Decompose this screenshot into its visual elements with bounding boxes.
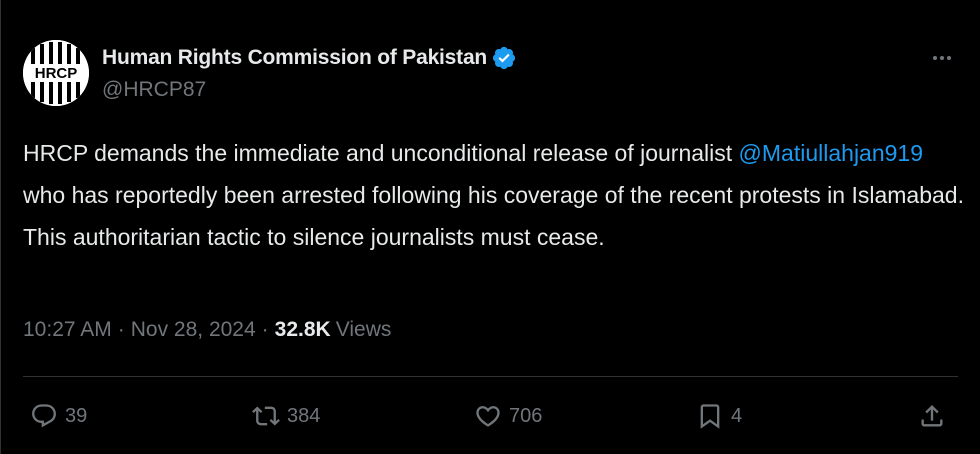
reply-icon: [27, 399, 61, 433]
tweet-time[interactable]: 10:27 AM: [23, 318, 112, 342]
meta-separator: ·: [117, 318, 125, 341]
tweet-meta: 10:27 AM · Nov 28, 2024 · 32.8K Views: [23, 318, 391, 342]
action-bar: 39 384 706 4: [23, 394, 958, 438]
hrcp-logo: HRCP: [23, 40, 89, 106]
share-button[interactable]: [915, 394, 949, 438]
repost-button[interactable]: 384: [249, 394, 320, 438]
tweet-date[interactable]: Nov 28, 2024: [131, 318, 256, 342]
tweet-card: HRCP Human Rights Commission of Pakistan…: [0, 0, 980, 454]
tweet-text-part1: HRCP demands the immediate and unconditi…: [23, 140, 739, 166]
tweet-text: HRCP demands the immediate and unconditi…: [23, 132, 968, 258]
tweet-header: HRCP Human Rights Commission of Pakistan…: [23, 40, 963, 110]
repost-count: 384: [287, 404, 321, 427]
bookmark-button[interactable]: 4: [693, 394, 742, 438]
tweet-text-part2: who has reportedly been arrested followi…: [23, 182, 964, 250]
mention-link[interactable]: @Matiullahjan919: [739, 140, 923, 166]
like-count: 706: [509, 404, 543, 427]
more-icon[interactable]: [927, 46, 957, 70]
avatar-text: HRCP: [35, 65, 78, 82]
avatar[interactable]: HRCP: [23, 40, 89, 106]
repost-icon: [249, 399, 283, 433]
views-label: Views: [335, 318, 392, 341]
meta-separator-2: ·: [261, 318, 269, 341]
author-names: Human Rights Commission of Pakistan @HRC…: [102, 44, 517, 102]
author-handle[interactable]: @HRCP87: [102, 78, 517, 102]
bookmark-count: 4: [731, 404, 743, 427]
verified-badge-icon[interactable]: [491, 45, 517, 71]
reply-count: 39: [65, 404, 88, 427]
divider: [23, 376, 958, 377]
author-display-name[interactable]: Human Rights Commission of Pakistan: [102, 46, 487, 70]
like-icon: [471, 399, 505, 433]
views-count: 32.8K: [274, 318, 331, 341]
bookmark-icon: [693, 399, 727, 433]
like-button[interactable]: 706: [471, 394, 542, 438]
share-icon: [915, 399, 949, 433]
reply-button[interactable]: 39: [27, 394, 87, 438]
